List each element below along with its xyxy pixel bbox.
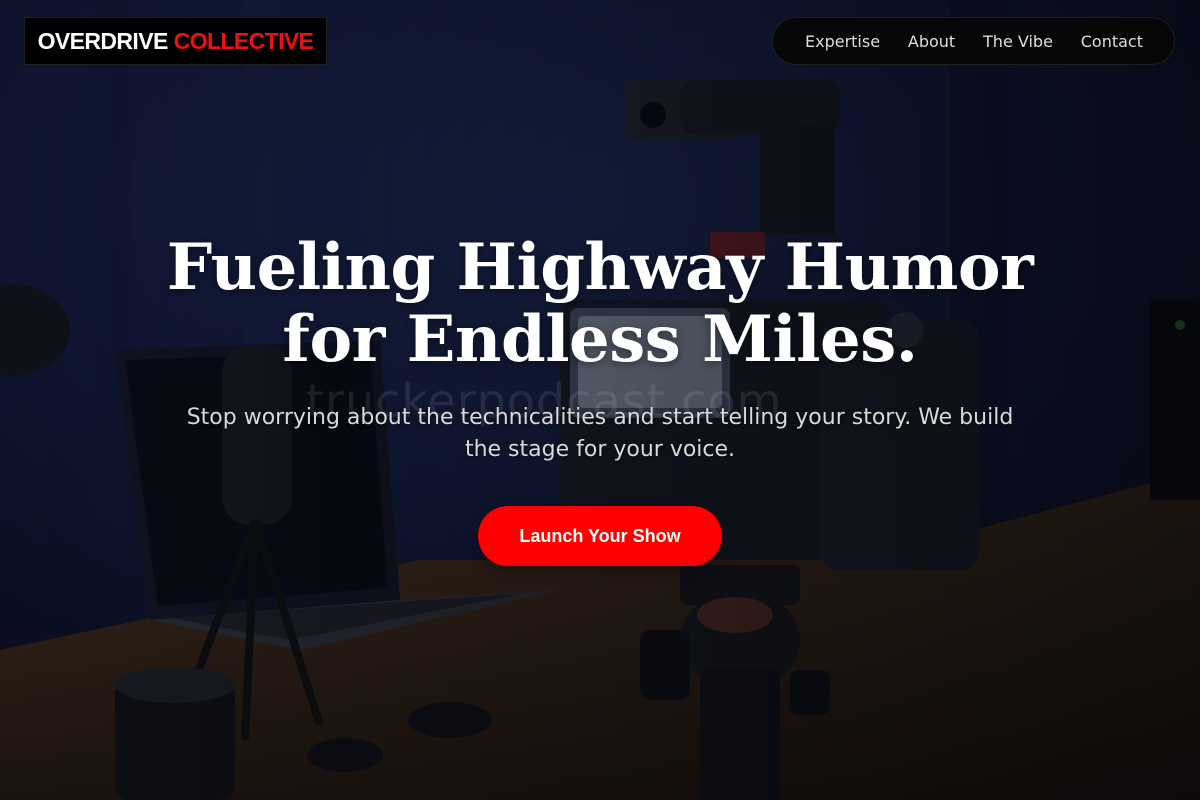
brand-word-primary: OVERDRIVE xyxy=(37,27,169,54)
hero-headline-line-2: for Endless Miles. xyxy=(282,302,918,377)
nav-item-expertise[interactable]: Expertise xyxy=(805,32,880,51)
hero-section: truckerpodcast.com OVERDRIVE COLLECTIVE … xyxy=(0,0,1200,800)
nav-item-contact[interactable]: Contact xyxy=(1081,32,1143,51)
nav-item-the-vibe[interactable]: The Vibe xyxy=(983,32,1053,51)
nav-item-about[interactable]: About xyxy=(908,32,955,51)
brand-word-accent: COLLECTIVE xyxy=(173,27,314,54)
main-navigation: Expertise About The Vibe Contact xyxy=(772,17,1175,65)
hero-headline-line-1: Fueling Highway Humor xyxy=(166,230,1034,305)
launch-your-show-button[interactable]: Launch Your Show xyxy=(478,506,722,566)
brand-logo[interactable]: OVERDRIVE COLLECTIVE xyxy=(24,17,327,65)
hero-headline: Fueling Highway Humor for Endless Miles. xyxy=(0,232,1200,376)
hero-subtext: Stop worrying about the technicalities a… xyxy=(186,405,1014,462)
